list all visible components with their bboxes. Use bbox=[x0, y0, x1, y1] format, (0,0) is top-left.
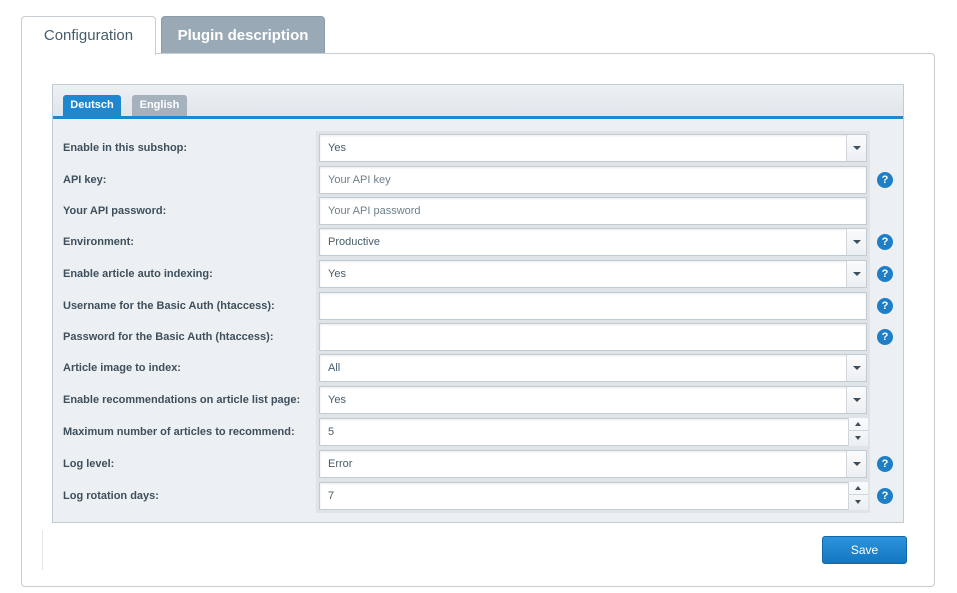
row-auto-indexing: Enable article auto indexing: Yes ? bbox=[53, 257, 903, 291]
stepper-down-icon[interactable] bbox=[849, 496, 868, 509]
row-max-articles: Maximum number of articles to recommend:… bbox=[53, 415, 903, 449]
recommendations-list-label: Enable recommendations on article list p… bbox=[63, 394, 301, 406]
stepper-buttons bbox=[848, 418, 868, 446]
api-key-input[interactable] bbox=[316, 163, 870, 197]
stepper-up-icon[interactable] bbox=[849, 482, 868, 495]
row-api-password: Your API password: bbox=[53, 194, 903, 228]
row-log-level: Log level: Error ? bbox=[53, 447, 903, 481]
row-image-to-index: Article image to index: All bbox=[53, 351, 903, 385]
environment-value: Productive bbox=[328, 236, 380, 248]
image-to-index-value: All bbox=[328, 362, 341, 374]
tab-language-deutsch[interactable]: Deutsch bbox=[63, 95, 121, 116]
row-basic-auth-password: Password for the Basic Auth (htaccess): … bbox=[53, 320, 903, 354]
row-subshop: Enable in this subshop: Yes bbox=[53, 131, 903, 165]
log-level-label: Log level: bbox=[63, 458, 115, 470]
tab-configuration[interactable]: Configuration bbox=[21, 16, 156, 55]
row-recommendations-list: Enable recommendations on article list p… bbox=[53, 383, 903, 417]
help-icon[interactable]: ? bbox=[877, 266, 893, 282]
save-button[interactable]: Save bbox=[822, 536, 907, 564]
environment-label: Environment: bbox=[63, 236, 134, 248]
help-icon[interactable]: ? bbox=[877, 456, 893, 472]
tab-language-english[interactable]: English bbox=[132, 95, 187, 116]
basic-auth-username-label: Username for the Basic Auth (htaccess): bbox=[63, 300, 275, 312]
basic-auth-password-label: Password for the Basic Auth (htaccess): bbox=[63, 331, 274, 343]
language-tab-bar: Deutsch English bbox=[53, 85, 903, 119]
basic-auth-password-input[interactable] bbox=[316, 320, 870, 354]
api-password-label: Your API password: bbox=[63, 205, 167, 217]
auto-indexing-value: Yes bbox=[328, 268, 346, 280]
image-to-index-select[interactable]: All bbox=[316, 351, 870, 385]
help-icon[interactable]: ? bbox=[877, 234, 893, 250]
max-articles-stepper[interactable]: 5 bbox=[316, 415, 870, 449]
footer-divider bbox=[42, 530, 43, 570]
stepper-buttons bbox=[848, 482, 868, 510]
chevron-down-icon[interactable] bbox=[846, 135, 866, 161]
recommendations-list-value: Yes bbox=[328, 394, 346, 406]
chevron-down-icon[interactable] bbox=[846, 261, 866, 287]
tab-plugin-description[interactable]: Plugin description bbox=[161, 16, 325, 54]
help-icon[interactable]: ? bbox=[877, 298, 893, 314]
chevron-down-icon[interactable] bbox=[846, 355, 866, 381]
api-key-label: API key: bbox=[63, 174, 107, 186]
help-icon[interactable]: ? bbox=[877, 172, 893, 188]
form-panel: Deutsch English Enable in this subshop: … bbox=[52, 84, 904, 523]
row-api-key: API key: ? bbox=[53, 163, 903, 197]
subshop-label: Enable in this subshop: bbox=[63, 142, 188, 154]
stepper-down-icon[interactable] bbox=[849, 432, 868, 445]
max-articles-value: 5 bbox=[328, 426, 335, 438]
log-level-select[interactable]: Error bbox=[316, 447, 870, 481]
image-to-index-label: Article image to index: bbox=[63, 362, 181, 374]
subshop-value: Yes bbox=[328, 142, 346, 154]
environment-select[interactable]: Productive bbox=[316, 225, 870, 259]
chevron-down-icon[interactable] bbox=[846, 451, 866, 477]
help-icon[interactable]: ? bbox=[877, 329, 893, 345]
stepper-up-icon[interactable] bbox=[849, 418, 868, 431]
row-environment: Environment: Productive ? bbox=[53, 225, 903, 259]
log-rotation-value: 7 bbox=[328, 490, 335, 502]
api-password-input[interactable] bbox=[316, 194, 870, 228]
auto-indexing-select[interactable]: Yes bbox=[316, 257, 870, 291]
max-articles-label: Maximum number of articles to recommend: bbox=[63, 426, 295, 438]
basic-auth-username-input[interactable] bbox=[316, 289, 870, 323]
subshop-select[interactable]: Yes bbox=[316, 131, 870, 165]
log-rotation-stepper[interactable]: 7 bbox=[316, 479, 870, 513]
log-rotation-label: Log rotation days: bbox=[63, 490, 159, 502]
recommendations-list-select[interactable]: Yes bbox=[316, 383, 870, 417]
log-level-value: Error bbox=[328, 458, 353, 470]
row-basic-auth-username: Username for the Basic Auth (htaccess): … bbox=[53, 289, 903, 323]
chevron-down-icon[interactable] bbox=[846, 387, 866, 413]
auto-indexing-label: Enable article auto indexing: bbox=[63, 268, 213, 280]
row-log-rotation: Log rotation days: 7 ? bbox=[53, 479, 903, 513]
chevron-down-icon[interactable] bbox=[846, 229, 866, 255]
help-icon[interactable]: ? bbox=[877, 488, 893, 504]
